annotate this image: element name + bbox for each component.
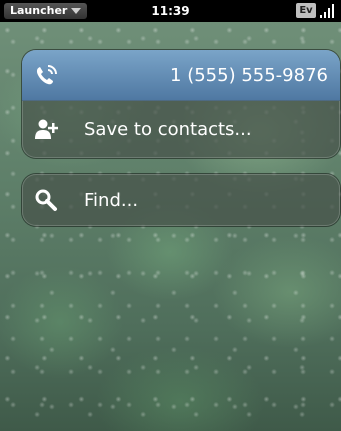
phone-number-card: 1 (555) 555-9876 Save to contacts... xyxy=(22,50,340,158)
phone-number: 1 (555) 555-9876 xyxy=(170,64,328,86)
save-to-contacts-label: Save to contacts... xyxy=(84,118,252,140)
save-to-contacts-button[interactable]: Save to contacts... xyxy=(22,101,340,157)
find-label: Find... xyxy=(84,189,139,211)
find-card: Find... xyxy=(22,174,340,226)
signal-icon xyxy=(320,4,336,18)
phone-icon xyxy=(34,63,60,87)
add-contact-icon xyxy=(34,117,60,141)
search-icon xyxy=(34,188,60,212)
network-badge: Ev xyxy=(296,3,316,18)
call-number-button[interactable]: 1 (555) 555-9876 xyxy=(22,50,340,101)
status-bar: Launcher 11:39 Ev xyxy=(0,0,341,22)
clock: 11:39 xyxy=(151,4,190,18)
find-button[interactable]: Find... xyxy=(22,174,340,226)
